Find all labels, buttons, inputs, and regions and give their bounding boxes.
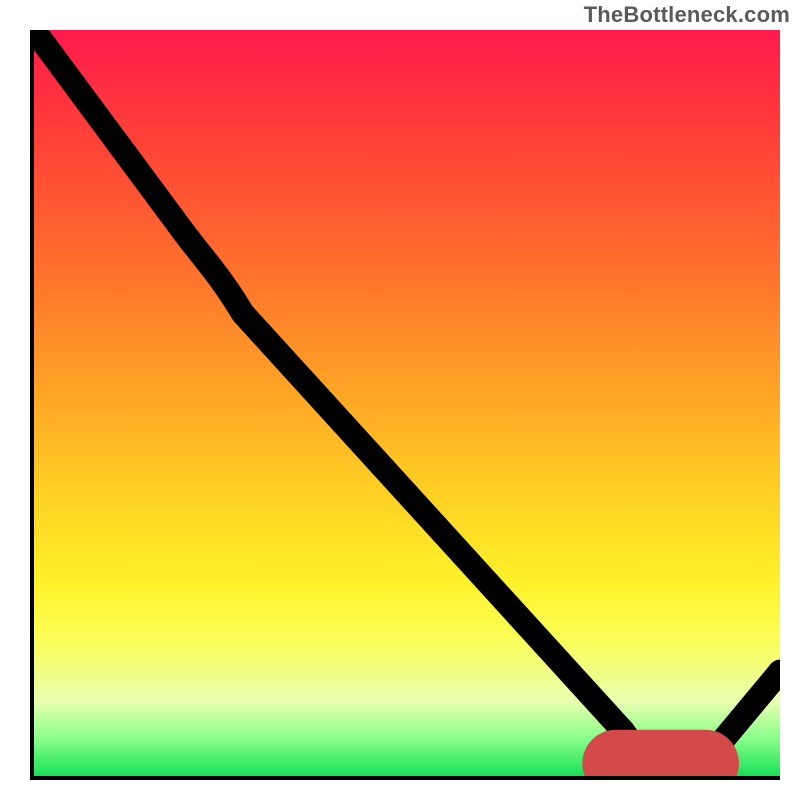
curve-path — [34, 30, 780, 765]
chart-frame: TheBottleneck.com — [0, 0, 800, 800]
bottleneck-curve — [34, 30, 780, 776]
watermark-text: TheBottleneck.com — [584, 2, 790, 28]
plot-area — [30, 30, 780, 780]
